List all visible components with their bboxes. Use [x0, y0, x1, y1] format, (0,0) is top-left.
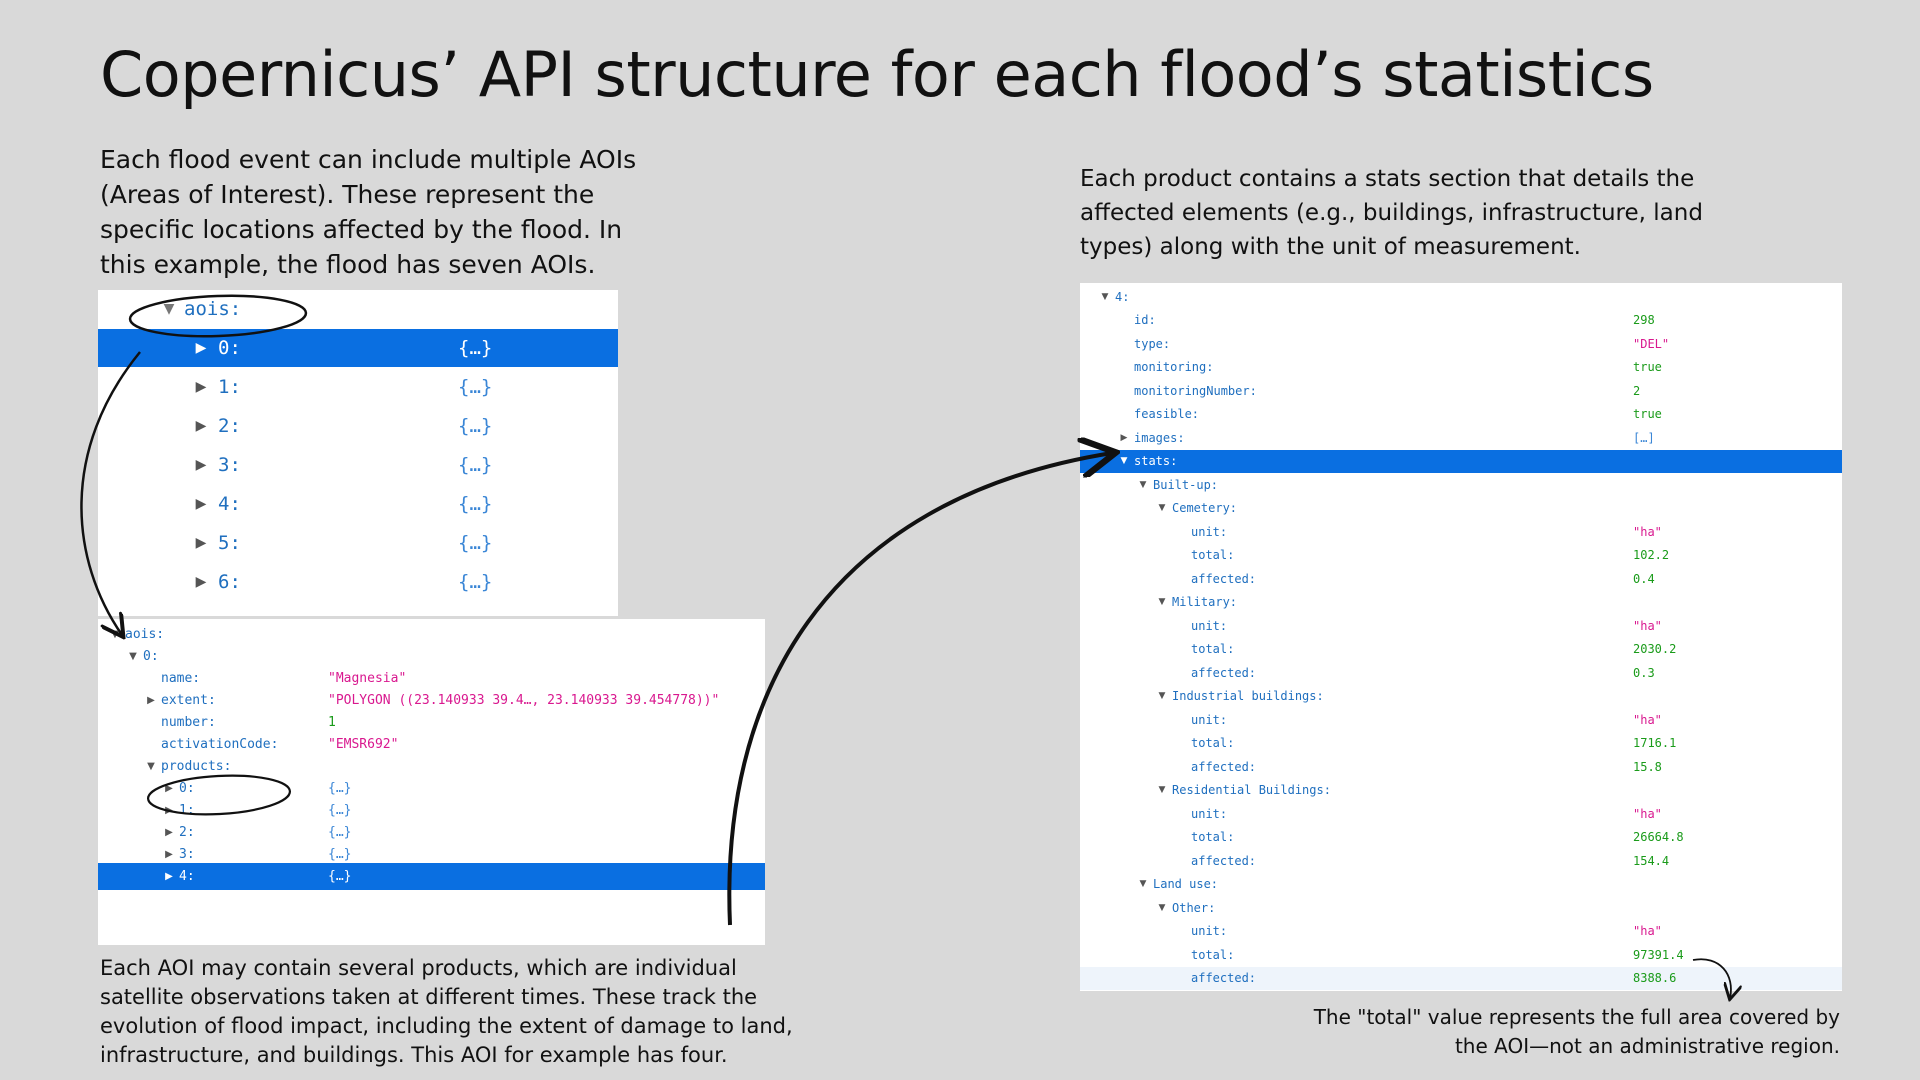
- total-note-arrow: [1692, 958, 1731, 998]
- annotation-overlay: [80, 294, 1920, 1080]
- aois-to-detail-arrow: [80, 351, 141, 635]
- aois-circle-annotation: [128, 294, 308, 338]
- product-to-stats-arrow: [727, 453, 1112, 926]
- products-circle-annotation: [146, 774, 292, 816]
